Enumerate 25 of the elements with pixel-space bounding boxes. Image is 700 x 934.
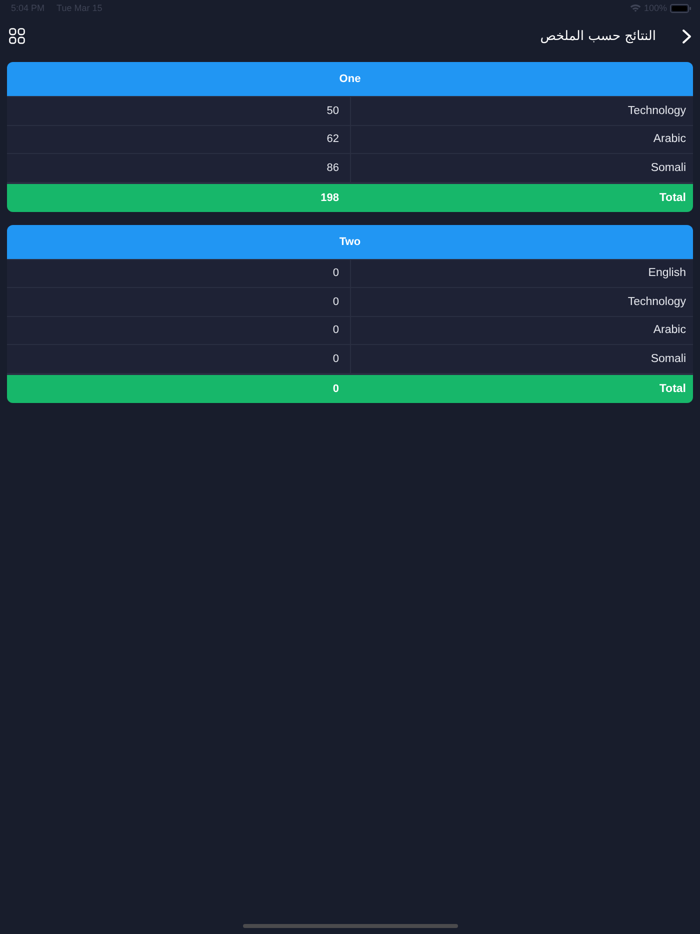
page-title: النتائج حسب الملخص: [540, 28, 656, 44]
section-header: One: [7, 62, 693, 96]
subject-cell: Technology: [351, 97, 693, 124]
total-value: 198: [320, 192, 339, 204]
score-cell: 0: [7, 316, 350, 344]
grid-icon[interactable]: [9, 28, 25, 44]
battery-icon: [670, 4, 691, 12]
score-cell: 0: [7, 345, 350, 372]
subject-cell: Technology: [351, 288, 693, 316]
chevron-right-icon[interactable]: [682, 28, 692, 44]
wifi-icon: [630, 4, 641, 12]
subject-cell: English: [351, 260, 693, 287]
subject-cell: Somali: [351, 345, 693, 372]
subject-cell: Somali: [351, 154, 693, 182]
score-cell: 62: [7, 126, 350, 153]
total-label: Total: [659, 192, 686, 204]
total-label: Total: [659, 382, 686, 394]
section-header: Two: [7, 224, 693, 258]
subject-cell: Arabic: [351, 126, 693, 153]
score-cell: 86: [7, 154, 350, 182]
subject-cell: Arabic: [351, 316, 693, 344]
score-cell: 50: [7, 97, 350, 124]
total-value: 0: [332, 382, 339, 394]
score-cell: 0: [7, 288, 350, 316]
score-cell: 0: [7, 260, 350, 287]
